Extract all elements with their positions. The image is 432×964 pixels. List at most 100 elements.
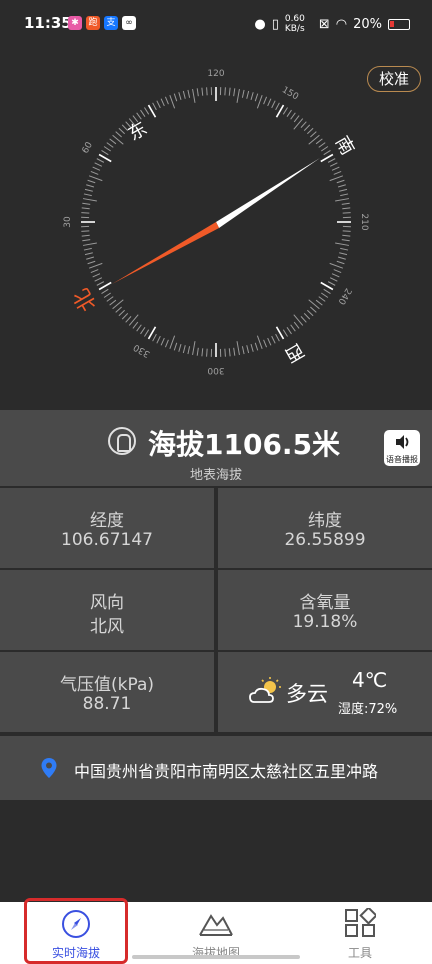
nav-tools-label: 工具 (347, 946, 372, 960)
compass-needle-south (216, 158, 320, 228)
direction-east-label: 东 (125, 118, 151, 145)
compass-tick (327, 281, 336, 286)
compass-dial: 120 150 210 240 300 330 30 60 东 南 西 北 (63, 69, 369, 375)
compass-tick (341, 239, 350, 242)
compass-tick (121, 313, 129, 320)
compass-tick (315, 299, 323, 306)
compass-tick (83, 193, 92, 197)
compass-tick (271, 100, 276, 109)
latitude-label: 纬度 (308, 511, 342, 531)
compass-tick (144, 329, 150, 337)
compass-tick (263, 96, 268, 105)
vibrate-icon: ▯ (271, 16, 279, 32)
app-notification-icon: 支 (104, 16, 118, 30)
compass-tick (96, 281, 105, 286)
compass-tick (125, 316, 132, 323)
compass-tick (342, 207, 351, 210)
oxygen-cell: 含氧量 19.18% (218, 570, 432, 650)
compass-tick (88, 262, 103, 269)
compass-tick (81, 212, 90, 214)
compass-tick (169, 94, 176, 109)
compass-tick (82, 242, 97, 246)
speaker-icon (396, 435, 409, 449)
wind-cell: 风向 北风 (0, 570, 214, 650)
compass-tick (86, 256, 95, 260)
compass-degree-label: 210 (359, 213, 369, 230)
location-pin-icon (41, 758, 57, 778)
compass-tick (201, 348, 204, 357)
compass-tick (178, 92, 182, 101)
wind-value: 北风 (90, 617, 124, 637)
compass-tick (82, 202, 91, 205)
grid-icon (345, 908, 376, 937)
compass-tick (267, 337, 272, 346)
compass-tick (106, 296, 114, 302)
compass-tick (329, 175, 344, 182)
status-time: 11:35 (24, 14, 72, 32)
compass-tick (254, 93, 259, 102)
compass-tick (321, 146, 329, 152)
compass-tick (81, 230, 90, 232)
compass-tick (106, 142, 114, 148)
compass-tick (329, 262, 344, 269)
compass-tick (140, 327, 146, 335)
oxygen-label: 含氧量 (299, 593, 351, 613)
compass-tick (156, 335, 161, 344)
altitude-icon (108, 427, 136, 455)
partly-cloudy-icon (249, 677, 281, 703)
compass-tick (87, 260, 96, 265)
compass-degree-label: 30 (63, 216, 73, 228)
compass-tick (300, 121, 307, 128)
compass-needle-north (112, 222, 219, 284)
weather-condition: 多云 (286, 682, 328, 706)
compass-tick (335, 198, 350, 202)
compass-tick (337, 184, 346, 188)
compass-tick (286, 327, 292, 335)
compass-tick (282, 329, 288, 337)
compass-degree-label: 240 (335, 286, 352, 306)
nav-tools[interactable]: 工具 (288, 902, 432, 964)
altitude-subtitle: 地表海拔 (189, 468, 242, 483)
compass-tick (88, 175, 103, 182)
compass-tick (182, 90, 186, 99)
compass-tick (300, 316, 307, 323)
wind-label: 风向 (90, 593, 124, 613)
compass-tick (164, 339, 169, 348)
compass-tick (144, 107, 150, 115)
longitude-label: 经度 (90, 511, 124, 531)
compass-tick (341, 202, 350, 205)
direction-north-label: 北 (69, 284, 102, 316)
compass-tick (115, 306, 122, 313)
compass-tick (310, 131, 317, 138)
compass-tick (290, 112, 296, 120)
compass-tick (310, 306, 317, 313)
compass-tick (241, 346, 245, 355)
compass-tick (307, 309, 314, 317)
compass-tick (282, 107, 288, 115)
compass-tick (109, 138, 117, 145)
compass-tick (140, 109, 146, 117)
compass-tick (87, 179, 96, 184)
compass-degree-label: 330 (132, 341, 152, 358)
compass-tick (94, 277, 103, 282)
compass-tick (263, 339, 268, 348)
compass-tick (152, 102, 157, 111)
compass-tick (101, 150, 109, 156)
compass-tick (182, 345, 186, 354)
nav-realtime-altitude[interactable]: 实时海拔 (4, 902, 148, 964)
compass-tick (275, 102, 280, 111)
compass-tick (160, 98, 165, 107)
compass-tick (206, 348, 208, 357)
notification-icons: ✱ 跑 支 ∞ (68, 16, 136, 30)
compass-tick (164, 96, 169, 105)
compass-tick (256, 335, 263, 350)
voice-broadcast-button[interactable]: 语音播报 (384, 430, 420, 466)
compass-tick (340, 247, 349, 251)
compass-tick (160, 337, 165, 346)
compass-tick (228, 348, 231, 357)
compass-tick (90, 269, 99, 274)
compass-tick (152, 333, 157, 342)
compass-tick (169, 335, 176, 350)
compass-tick (118, 309, 125, 317)
compass-degree-label: 60 (81, 140, 96, 155)
